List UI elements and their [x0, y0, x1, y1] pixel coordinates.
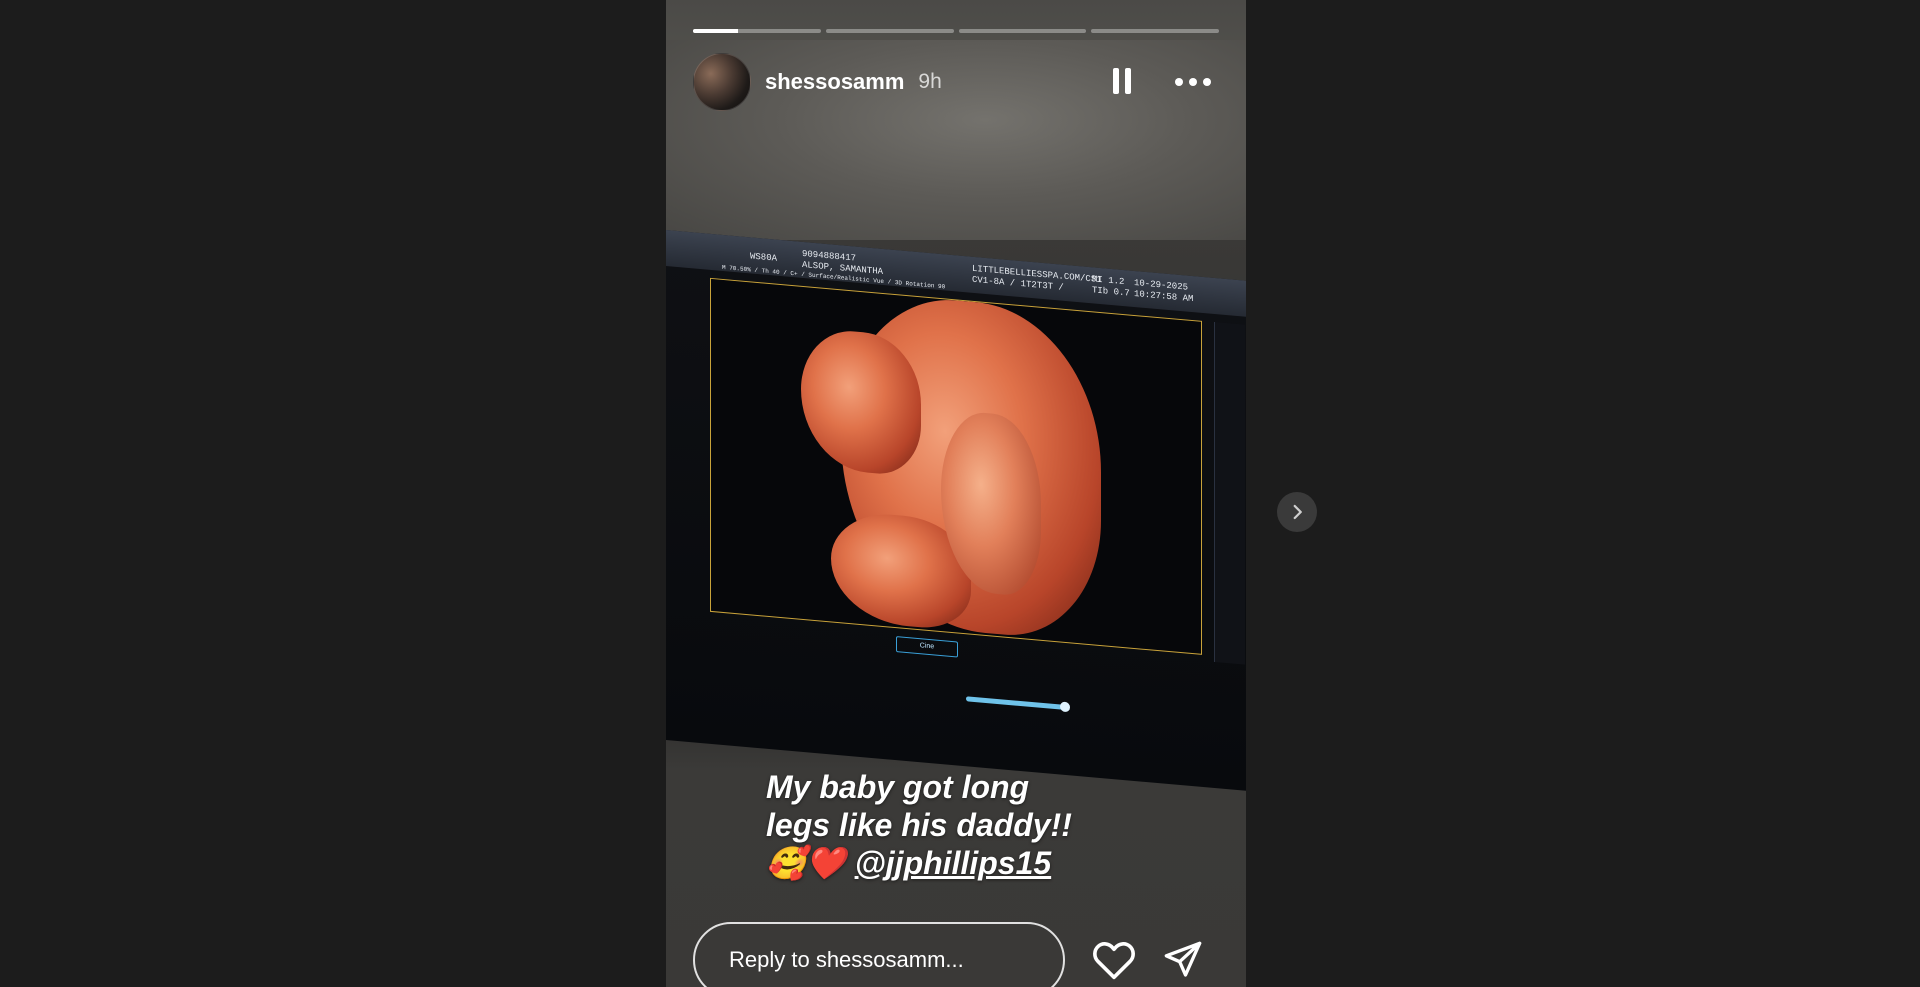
device-label: WS80A	[750, 251, 778, 264]
story-caption: My baby got long legs like his daddy!! 🥰…	[766, 768, 1186, 882]
caption-emoji: 🥰❤️	[766, 845, 846, 881]
cine-button: Cine	[896, 636, 958, 658]
thumbnail-strip	[1214, 321, 1245, 665]
avatar[interactable]	[693, 53, 751, 111]
caption-line-1: My baby got long	[766, 769, 1030, 805]
timestamp: 9h	[918, 70, 942, 93]
more-icon[interactable]	[1175, 78, 1211, 86]
story-viewer[interactable]: WS80A 9094888417 ALSOP, SAMANTHA LITTLEB…	[666, 0, 1246, 987]
progress-segment	[958, 29, 1087, 33]
chevron-right-icon	[1293, 504, 1302, 520]
reply-input[interactable]: Reply to shessosamm...	[693, 922, 1065, 987]
progress-segment	[693, 29, 821, 33]
progress-segment	[825, 29, 954, 33]
caption-line-2: legs like his daddy!!	[766, 807, 1072, 843]
username[interactable]: shessosamm	[765, 69, 904, 95]
story-header: shessosamm 9h	[693, 53, 1219, 111]
heart-icon[interactable]	[1092, 940, 1136, 980]
tib-value: TIb 0.7	[1092, 285, 1130, 299]
send-icon[interactable]	[1162, 940, 1204, 980]
ultrasound-image	[710, 277, 1202, 655]
progress-segment	[1091, 29, 1219, 33]
cine-slider	[966, 696, 1066, 710]
next-story-button[interactable]	[1277, 492, 1317, 532]
mention-link[interactable]: @jjphillips15	[855, 845, 1052, 881]
ultrasound-monitor: WS80A 9094888417 ALSOP, SAMANTHA LITTLEB…	[666, 230, 1246, 791]
story-progress-bar	[693, 29, 1219, 33]
pause-icon[interactable]	[1113, 68, 1135, 96]
